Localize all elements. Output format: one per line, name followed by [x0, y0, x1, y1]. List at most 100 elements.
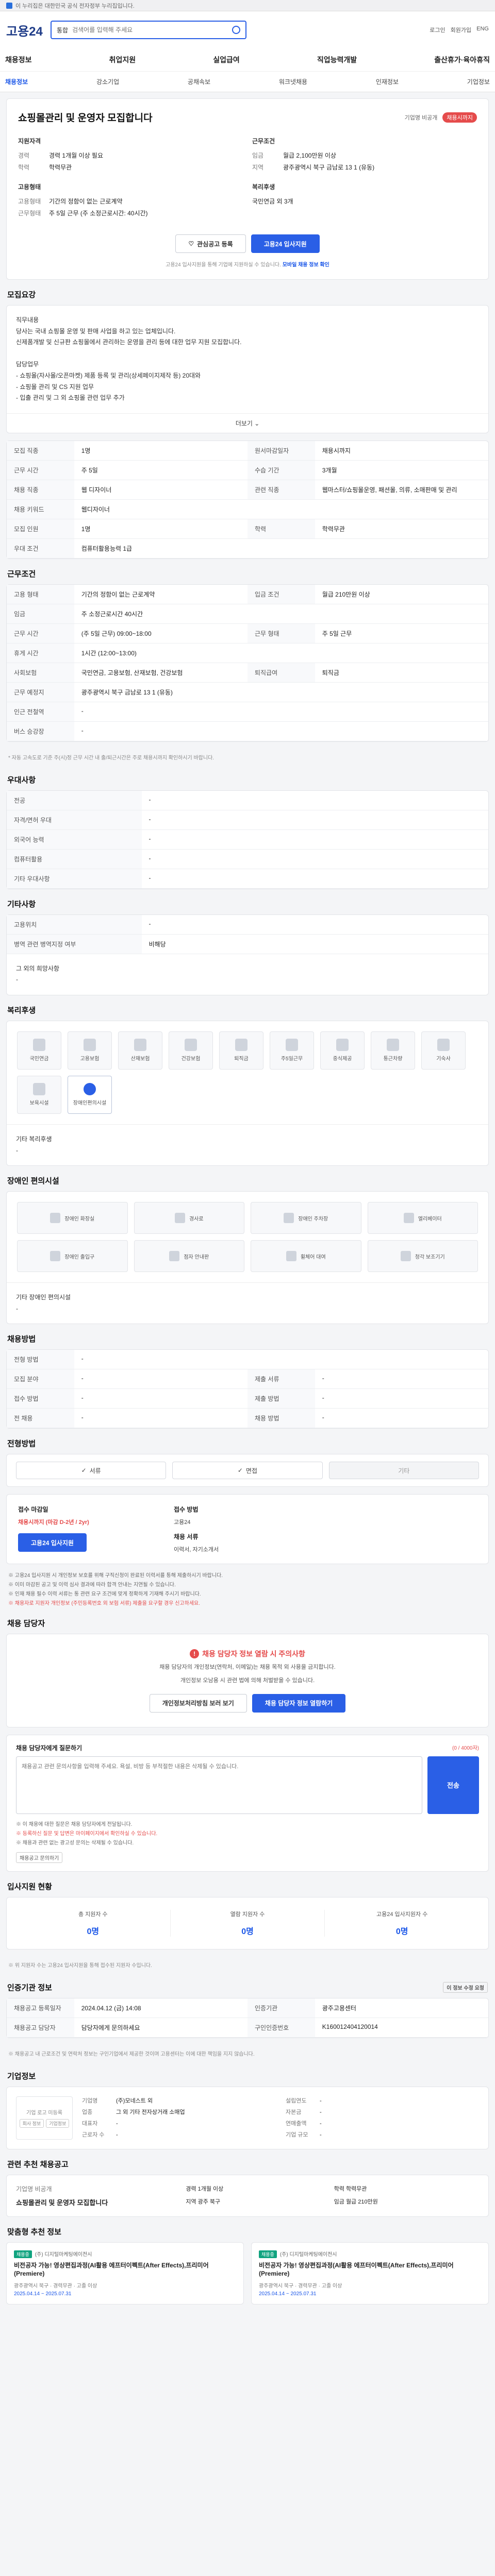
table-key: 근무 시간 [7, 623, 74, 643]
apply-button[interactable]: 고용24 입사지원 [251, 234, 320, 253]
table-value: 담당자에게 문의하세요 [74, 2018, 248, 2038]
util-join[interactable]: 회원가입 [451, 26, 471, 34]
question-inquiry-button[interactable]: 채용공고 문의하기 [16, 1852, 63, 1863]
lnb-item-active[interactable]: 채용정보 [5, 77, 28, 86]
question-title: 채용 담당자에게 질문하기 [16, 1744, 82, 1752]
company-info-button[interactable]: 회사 정보 [19, 2119, 44, 2128]
rec-field-key: 임금 [334, 2198, 344, 2205]
welfare-tile: 통근차량 [371, 1031, 415, 1070]
ad-company: (주) 디지털마케팅에이전시 [279, 2251, 337, 2258]
welfare-tile: 주5일근무 [270, 1031, 314, 1070]
question-note: ※ 채용과 관련 없는 광고성 문의는 삭제될 수 있습니다. [16, 1840, 134, 1846]
lnb-item[interactable]: 인재정보 [376, 77, 399, 86]
welfare-card: 국민연금 고용보험 산재보험 건강보험 퇴직금 주5일근무 중식제공 통근차량 기숙사 보육시설 장… [6, 1020, 489, 1166]
table-row: 채용 직종 웹 디자이너 관련 직종 웹마스터/쇼핑몰운영, 패션몰, 의류, 소매판… [7, 480, 488, 500]
table-row: 임금 주 소정근로시간 40시간 [7, 604, 488, 624]
step-label: 서류 [89, 1467, 101, 1475]
util-eng[interactable]: ENG [476, 26, 489, 34]
table-row: 전 채용 - 채용 방법 - [7, 1408, 488, 1429]
summary-heading: 고용형태 [18, 183, 41, 191]
welfare-icon [336, 1039, 349, 1052]
privacy-policy-button[interactable]: 개인정보처리방침 보러 보기 [149, 1693, 247, 1713]
desc-line: 담당업무 [16, 361, 39, 368]
site-header: 고용24 통합 로그인 회원가입 ENG 채용정보 취업지원 실업급여 직업능력… [0, 11, 495, 92]
gnb-item[interactable]: 직업능력개발 [317, 55, 357, 65]
company-detail-button[interactable]: 기업정보 [46, 2119, 70, 2128]
gnb-item[interactable]: 출산휴가·육아휴직 [434, 55, 490, 65]
process-step: ✓ 면접 [172, 1462, 323, 1480]
meta-edit-button[interactable]: 이 정보 수정 요청 [443, 1981, 488, 1993]
table-row: 고용위치 - [7, 914, 488, 935]
company-field-key: 기업 규모 [286, 2131, 308, 2138]
disability-tile: 장애인 출입구 [17, 1240, 128, 1273]
table-row: 외국어 능력 - [7, 829, 488, 850]
gnb-item[interactable]: 취업지원 [109, 55, 136, 65]
table-key: 원서마감일자 [247, 440, 315, 461]
question-textarea[interactable] [16, 1756, 422, 1814]
table-key: 고용위치 [7, 914, 142, 935]
welfare-label: 건강보험 [181, 1056, 201, 1062]
method-table: 전형 방법 - 모집 분야 - 제출 서류 - 접수 방법 - 제출 방법 - 전 채용 - 채용 방법… [6, 1349, 489, 1429]
notice-link[interactable]: 모바일 채용 정보 확인 [283, 262, 329, 268]
table-key: 모집 직종 [7, 440, 74, 461]
table-key: 제출 방법 [247, 1388, 315, 1409]
welfare-icon [437, 1039, 450, 1052]
ad-company: (주) 디지털마케팅에이전시 [35, 2251, 92, 2258]
lnb-item[interactable]: 워크넷채용 [279, 77, 307, 86]
section-title: 관련 추천 채용공고 [7, 2160, 69, 2169]
welfare-label: 기숙사 [436, 1056, 451, 1062]
lnb-item[interactable]: 강소기업 [96, 77, 119, 86]
util-login[interactable]: 로그인 [430, 26, 445, 34]
table-row: 모집 분야 - 제출 서류 - [7, 1369, 488, 1389]
facility-label: 휠체어 대여 [300, 1254, 326, 1260]
table-row: 기타 우대사항 - [7, 869, 488, 889]
rec-title[interactable]: 쇼핑몰관리 및 운영자 모집합니다 [16, 2197, 186, 2207]
table-value: 웹마스터/쇼핑몰운영, 패션몰, 의류, 소매판매 및 관리 [315, 480, 488, 500]
lnb-item[interactable]: 공채속보 [188, 77, 210, 86]
apply-button-secondary[interactable]: 고용24 입사지원 [18, 1533, 87, 1552]
desc-line: 직무내용 [16, 316, 39, 324]
disability-tile: 엘리베이터 [367, 1202, 478, 1234]
table-key: 우대 조건 [7, 538, 74, 558]
ad-title[interactable]: 비전공자 가능! 영상편집과정(AI활용 에프터이펙트(After Effect… [259, 2261, 481, 2279]
more-button[interactable]: 더보기 ⌄ [7, 413, 488, 433]
facility-icon [174, 1213, 185, 1224]
ad-title[interactable]: 비전공자 가능! 영상편집과정(AI활용 에프터이펙트(After Effect… [14, 2261, 236, 2279]
ad-card[interactable]: 채용중 (주) 디지털마케팅에이전시 비전공자 가능! 영상편집과정(AI활용 에프… [6, 2242, 244, 2305]
table-key: 기타 우대사항 [7, 869, 142, 889]
search-input[interactable] [72, 26, 228, 33]
welfare-label: 퇴직금 [234, 1056, 249, 1062]
stat-value: 0명 [241, 1927, 254, 1936]
summary-heading: 지원자격 [18, 138, 41, 145]
gnb-item[interactable]: 실업급여 [213, 55, 240, 65]
scrap-button[interactable]: ♡ 관심공고 등록 [175, 234, 246, 253]
welfare-label: 국민연금 [29, 1056, 49, 1062]
util-menu: 로그인 회원가입 ENG [430, 26, 489, 34]
recommend-card[interactable]: 기업명 비공개 쇼핑몰관리 및 운영자 모집합니다 경력 1개월 이상 학력 학력… [6, 2174, 489, 2217]
table-row: 모집 인원 1명 학력 학력무관 [7, 519, 488, 539]
lnb-item[interactable]: 기업정보 [467, 77, 490, 86]
section-title: 채용방법 [7, 1335, 36, 1344]
table-value: 광주고용센터 [315, 1998, 488, 2018]
stats-note: ※ 위 지원자 수는 고용24 입사지원을 통해 접수된 지원자 수입니다. [8, 1962, 152, 1969]
table-value: - [74, 702, 488, 722]
logo[interactable]: 고용24 [6, 21, 43, 39]
summary-key: 근무형태 [18, 210, 41, 217]
search-scope-select[interactable]: 통합 [57, 26, 68, 35]
ad-date: 2025.04.14 ~ 2025.07.31 [259, 2291, 317, 2297]
table-key: 전 채용 [7, 1408, 74, 1429]
question-send-button[interactable]: 전송 [427, 1756, 479, 1814]
ad-card[interactable]: 채용중 (주) 디지털마케팅에이전시 비전공자 가능! 영상편집과정(AI활용 에프… [251, 2242, 489, 2305]
company-field-value: 그 외 기타 전자상거래 소매업 [116, 2109, 185, 2115]
view-contact-button[interactable]: 채용 담당자 정보 열람하기 [252, 1693, 346, 1713]
company-field: 기업 규모 - [286, 2130, 479, 2139]
company-field: 자본금 - [286, 2108, 479, 2116]
search-icon[interactable] [232, 26, 240, 34]
check-icon: ✓ [81, 1467, 87, 1475]
gnb-item[interactable]: 채용정보 [5, 55, 32, 65]
search-box[interactable]: 통합 [51, 21, 246, 39]
table-value: - [74, 1350, 488, 1370]
facility-icon [400, 1251, 411, 1262]
table-value: 주 5일 [74, 460, 248, 480]
stat-label: 고용24 입사지원자 수 [376, 1911, 428, 1918]
